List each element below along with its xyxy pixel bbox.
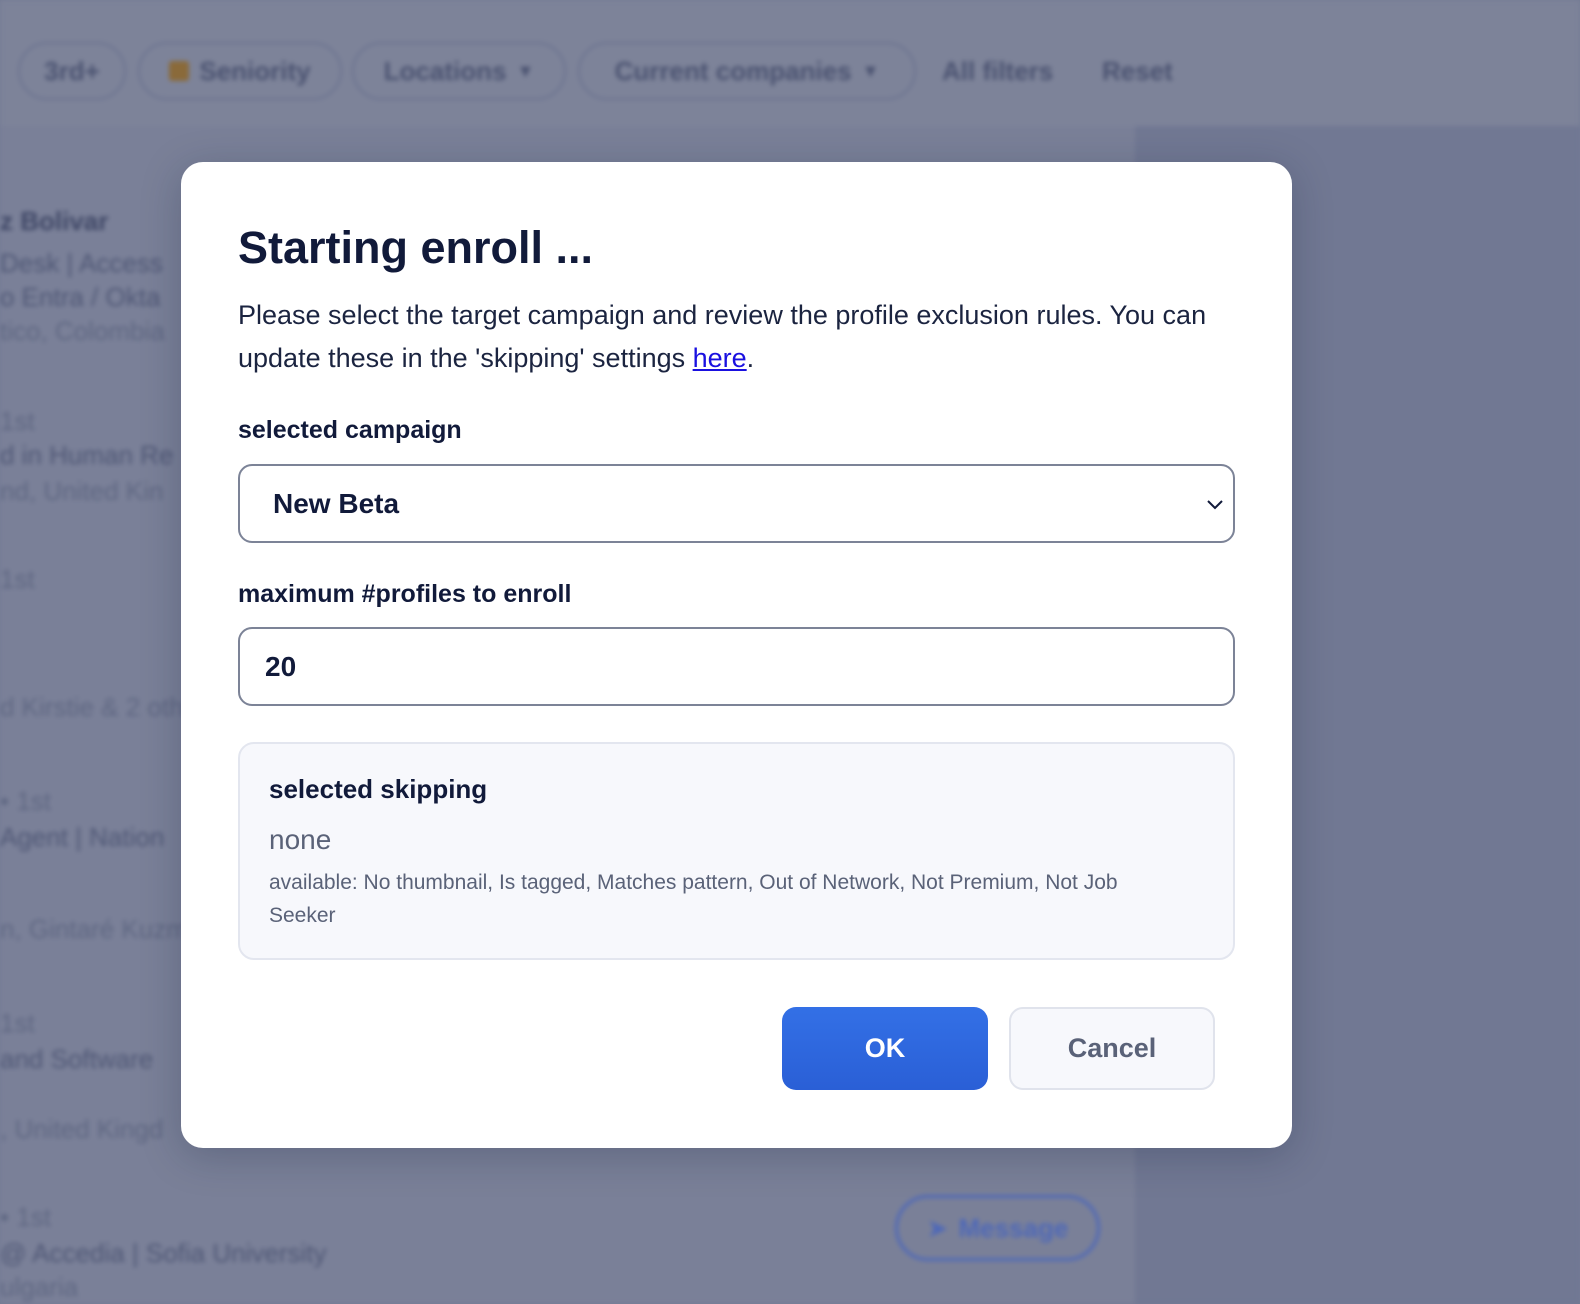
caret-down-icon: ▼ [516, 60, 535, 81]
result-headline: d in Human Re [0, 440, 174, 470]
result-degree: • 1st [0, 1202, 52, 1232]
skipping-card: selected skipping none available: No thu… [238, 742, 1235, 960]
filter-pill-3rd: 3rd+ [18, 42, 126, 100]
result-headline: o Entra / Okta [0, 282, 161, 312]
filter-pill-label: Locations [383, 55, 507, 86]
caret-down-icon: ▼ [861, 60, 880, 81]
result-location: , United Kingd [0, 1114, 164, 1144]
max-profiles-input[interactable]: 20 [238, 627, 1235, 706]
dialog-title: Starting enroll ... [238, 222, 594, 273]
description-end: . [746, 343, 755, 373]
campaign-label: selected campaign [238, 416, 462, 444]
chevron-down-icon [1207, 500, 1223, 510]
result-headline: @ Accedia | Sofia University [0, 1238, 327, 1268]
result-mutual: n, Gintaré Kuzm [0, 914, 188, 944]
result-degree: 1st [0, 406, 35, 436]
max-profiles-label: maximum #profiles to enroll [238, 580, 572, 608]
filter-pill-locations: Locations ▼ [352, 42, 566, 100]
result-mutual: d Kirstie & 2 oth [0, 692, 184, 722]
result-degree: 1st [0, 564, 35, 594]
filter-pill-seniority: Seniority [138, 42, 342, 100]
send-icon: ➤ [926, 1212, 949, 1243]
seniority-icon [169, 61, 190, 81]
result-location: ulgaria [0, 1272, 79, 1302]
skipping-title: selected skipping [269, 774, 488, 804]
result-name: z Bolivar [0, 206, 109, 236]
filter-pill-label: Current companies [614, 55, 852, 86]
all-filters-link: All filters [942, 56, 1054, 86]
message-button-label: Message [958, 1212, 1069, 1243]
ok-button[interactable]: OK [782, 1007, 988, 1090]
cancel-button[interactable]: Cancel [1009, 1007, 1215, 1090]
result-location: tico, Colombia [0, 316, 165, 346]
skipping-value: none [269, 824, 332, 855]
result-degree: 1st [0, 1008, 35, 1038]
skipping-settings-link[interactable]: here [693, 343, 747, 373]
filter-pill-label: 3rd+ [44, 55, 100, 86]
campaign-select[interactable]: New Beta [238, 464, 1235, 543]
result-location: nd, United Kin [0, 476, 164, 506]
dialog-description: Please select the target campaign and re… [238, 294, 1238, 380]
result-headline: Agent | Nation [0, 822, 165, 852]
result-headline: Desk | Access [0, 248, 163, 278]
cancel-button-label: Cancel [1067, 1033, 1157, 1063]
ok-button-label: OK [864, 1033, 906, 1063]
message-button: ➤ Message [895, 1195, 1100, 1261]
reset-link: Reset [1102, 56, 1173, 86]
result-degree: • 1st [0, 786, 52, 816]
max-profiles-value: 20 [265, 650, 297, 682]
enroll-dialog: Starting enroll ... Please select the ta… [181, 162, 1292, 1148]
skipping-available: available: No thumbnail, Is tagged, Matc… [269, 871, 1118, 927]
campaign-select-value: New Beta [273, 487, 400, 519]
filter-pill-label: Seniority [199, 55, 311, 86]
filter-pill-current-companies: Current companies ▼ [578, 42, 916, 100]
result-headline: and Software [0, 1044, 154, 1074]
